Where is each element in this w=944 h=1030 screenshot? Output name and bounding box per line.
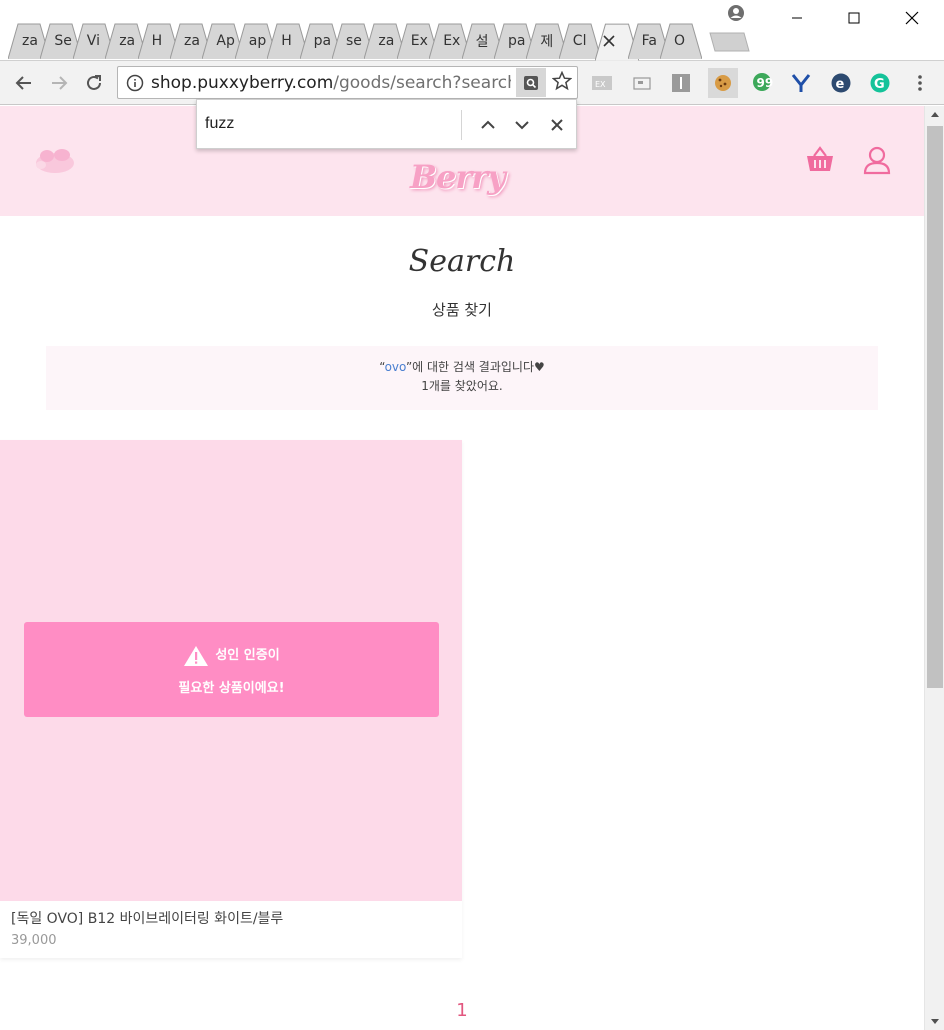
- chevron-down-icon: [515, 121, 529, 130]
- adult-verification-banner[interactable]: 성인 인증이 필요한 상품이에요!: [24, 622, 439, 717]
- address-bar[interactable]: shop.puxxyberry.com/goods/search?search.…: [117, 66, 578, 99]
- find-next-button[interactable]: [510, 113, 534, 137]
- adult-banner-line2: 필요한 상품이에요!: [178, 680, 285, 696]
- minimize-button[interactable]: [774, 6, 820, 30]
- close-window-button[interactable]: [889, 6, 935, 30]
- warning-icon: [184, 645, 209, 666]
- cart-basket-icon[interactable]: [805, 146, 835, 178]
- svg-text:G: G: [874, 77, 885, 92]
- site-logo[interactable]: Berry: [410, 158, 506, 196]
- page-subtitle: 상품 찾기: [432, 301, 492, 319]
- browser-titlebar: za Se Vi za Hza Ap ap Hpa se za Ex Ex 설 pa 제 Cl Fa O: [0, 0, 944, 61]
- search-result-count: 1개를 찾았어요.: [421, 379, 503, 393]
- page-viewport: Berry Search 상품 찾기 “ovo”에 대한 검색 결과입니다♥ 1…: [0, 106, 924, 1030]
- product-card[interactable]: 성인 인증이 필요한 상품이에요! [독일 OVO] B12 바이브레이터링 화…: [0, 440, 462, 958]
- find-close-button[interactable]: [545, 113, 569, 137]
- chevron-up-icon: [481, 120, 495, 129]
- find-bar-divider: [461, 110, 462, 140]
- new-tab-button[interactable]: [706, 32, 750, 52]
- product-image[interactable]: 성인 인증이 필요한 상품이에요!: [0, 440, 462, 901]
- search-result-summary: “ovo”에 대한 검색 결과입니다♥ 1개를 찾았어요.: [46, 346, 878, 410]
- bookmark-star-icon[interactable]: [551, 70, 573, 95]
- search-result-line: “ovo”에 대한 검색 결과입니다♥: [46, 358, 878, 377]
- search-result-suffix: ”에 대한 검색 결과입니다♥: [405, 360, 545, 374]
- page-title: Search: [408, 244, 516, 279]
- extension-grammarly-icon[interactable]: G: [867, 70, 893, 96]
- user-account-icon[interactable]: [862, 145, 892, 179]
- site-info-icon[interactable]: [126, 74, 144, 96]
- svg-text:EX: EX: [595, 80, 606, 89]
- page-scrollbar[interactable]: [924, 106, 944, 1030]
- scroll-down-arrow-icon[interactable]: [931, 1019, 939, 1024]
- svg-text:e: e: [836, 77, 845, 92]
- adult-banner-line1: 성인 인증이: [215, 648, 280, 663]
- scrollbar-thumb[interactable]: [927, 126, 943, 688]
- find-bar: [196, 99, 577, 149]
- back-arrow-icon: [15, 76, 31, 90]
- product-name[interactable]: [독일 OVO] B12 바이브레이터링 화이트/블루: [11, 908, 283, 928]
- svg-text:99: 99: [757, 76, 774, 90]
- maximize-button[interactable]: [831, 6, 877, 30]
- search-keyword: ovo: [384, 360, 406, 374]
- extension-quote-icon[interactable]: 99: [749, 70, 775, 96]
- extension-cookie-icon[interactable]: [708, 68, 738, 98]
- site-mascot-icon[interactable]: [32, 144, 78, 180]
- url-text[interactable]: shop.puxxyberry.com/goods/search?search.…: [151, 73, 511, 93]
- browser-menu-button[interactable]: [907, 70, 933, 96]
- reload-button[interactable]: [80, 69, 108, 97]
- find-input[interactable]: [205, 112, 450, 136]
- extension-ex-icon[interactable]: EX: [589, 70, 615, 96]
- forward-arrow-icon: [52, 76, 68, 90]
- back-button[interactable]: [10, 69, 38, 97]
- reload-icon: [87, 75, 101, 90]
- tab-label: O: [674, 32, 686, 49]
- tab-close-icon[interactable]: [603, 32, 615, 51]
- extension-e-icon[interactable]: e: [828, 70, 854, 96]
- extension-reader-icon[interactable]: [668, 70, 694, 96]
- scroll-up-arrow-icon[interactable]: [931, 112, 939, 117]
- close-icon: [551, 119, 563, 131]
- url-host: shop.puxxyberry.com: [151, 73, 334, 93]
- profile-icon[interactable]: [727, 4, 745, 22]
- extension-y-icon[interactable]: [788, 70, 814, 96]
- forward-button[interactable]: [45, 69, 73, 97]
- pagination-current-page[interactable]: 1: [0, 1000, 924, 1021]
- find-in-page-icon[interactable]: [516, 68, 546, 97]
- product-price: 39,000: [11, 933, 57, 948]
- tab-20[interactable]: O: [660, 22, 702, 59]
- extension-window-icon[interactable]: [629, 70, 655, 96]
- url-path: /goods/search?search...: [333, 73, 511, 93]
- find-previous-button[interactable]: [476, 113, 500, 137]
